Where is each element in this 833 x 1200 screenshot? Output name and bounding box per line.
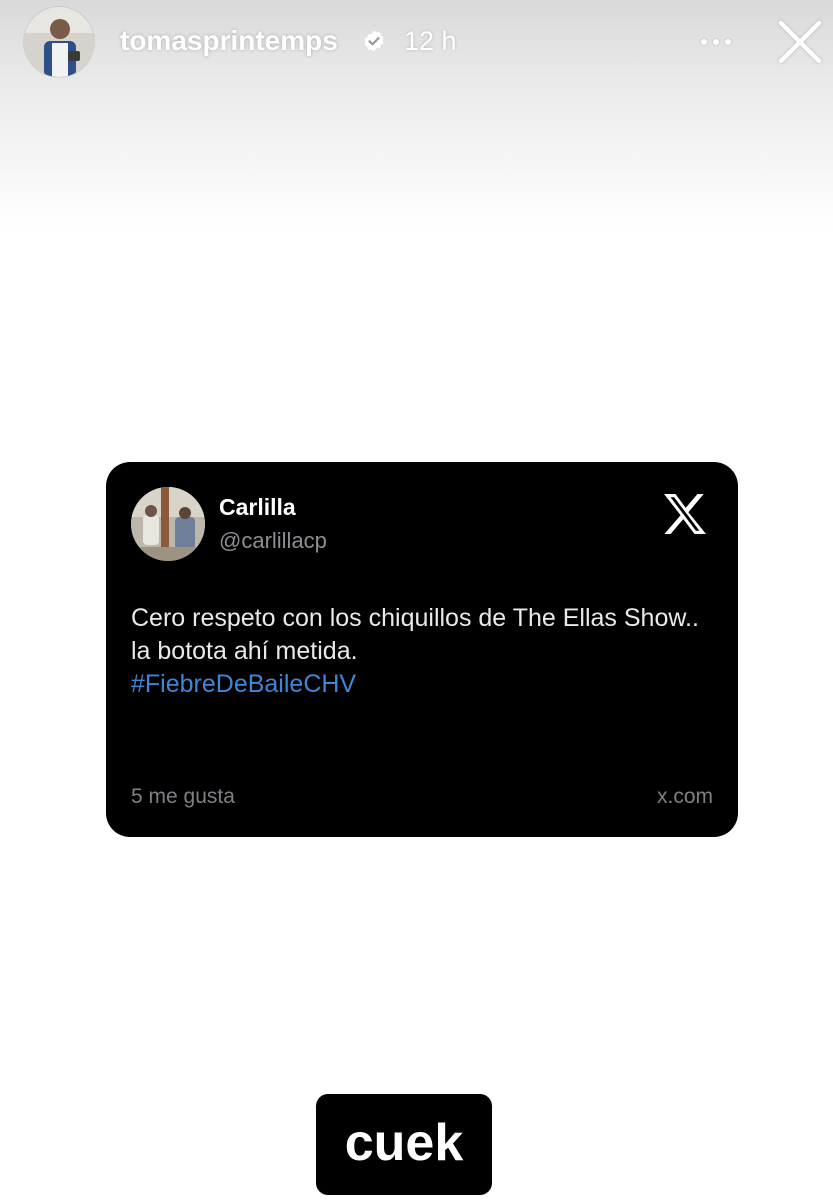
tweet-card[interactable]: Carlilla @carlillacp Cero respeto con lo…: [106, 462, 738, 837]
more-options-button[interactable]: [692, 22, 740, 62]
x-logo-icon: [664, 494, 706, 534]
tweet-handle[interactable]: @carlillacp: [219, 528, 327, 554]
close-icon[interactable]: [776, 18, 824, 66]
verified-badge-icon: [364, 30, 384, 52]
tweet-body: Cero respeto con los chiquillos de The E…: [131, 604, 699, 665]
story-avatar[interactable]: [24, 7, 94, 77]
tweet-domain: x.com: [656, 785, 713, 808]
more-dot: [725, 39, 731, 45]
story-username[interactable]: tomasprintemps: [120, 24, 338, 58]
story-avatar-image: [24, 7, 94, 77]
tweet-avatar[interactable]: [131, 487, 205, 561]
more-horizontal-icon: [701, 39, 707, 45]
story-timestamp: 12 h: [404, 26, 457, 56]
more-dot: [713, 39, 719, 45]
tweet-likes: 5 me gusta: [131, 785, 235, 808]
story-caption-box: cuek: [316, 1094, 492, 1195]
tweet-avatar-image: [131, 487, 205, 561]
story-header: tomasprintemps 12 h: [0, 0, 833, 90]
tweet-hashtag[interactable]: #FiebreDeBaileCHV: [131, 668, 721, 701]
tweet-display-name[interactable]: Carlilla: [219, 494, 296, 521]
tweet-text: Cero respeto con los chiquillos de The E…: [131, 602, 721, 701]
story-caption: cuek: [344, 1113, 464, 1172]
